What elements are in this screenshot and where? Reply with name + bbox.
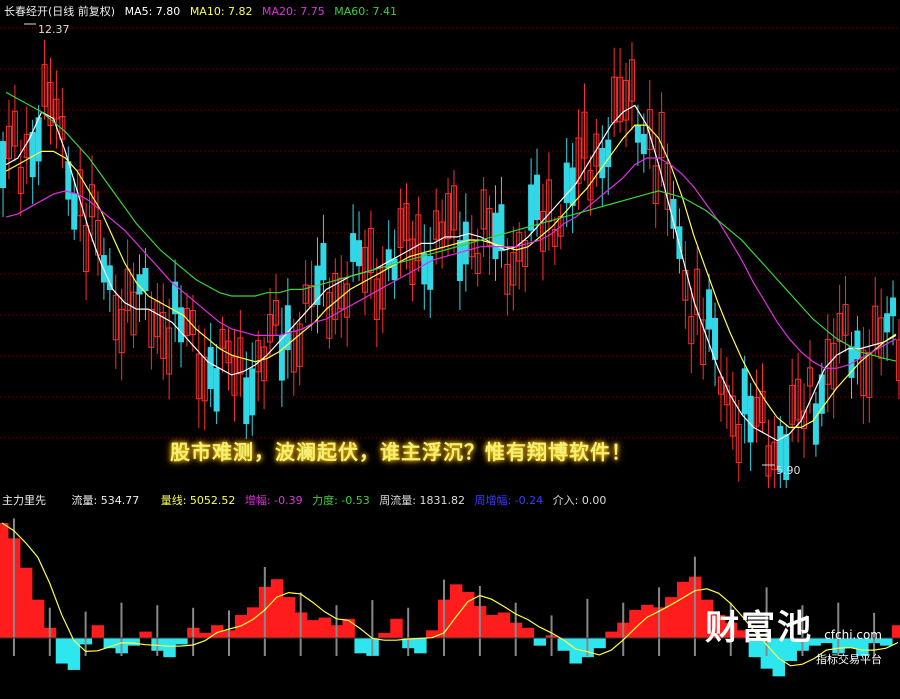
week-amp-value: 周增幅: -0.24 [474,494,544,507]
indicator-bar [342,618,355,638]
flow-value: 流量: 534.77 [71,494,140,507]
indicator-bar [67,638,81,670]
candle-body [278,334,285,381]
indicator-bar [676,581,690,638]
volume-line-value: 量线: 5052.52 [160,494,236,507]
indicator-bar [55,638,69,664]
ma20-label: MA20: 7.75 [262,5,325,18]
candle-body [350,233,357,262]
brand-site: cfchi.com [824,628,882,642]
indicator-bar [306,620,320,638]
force-value: 力度: -0.53 [312,494,370,507]
indicator-name: 主力里先 [2,494,46,507]
indicator-bar [892,625,900,638]
indicator-bar [533,638,547,646]
candle-body [462,221,469,265]
candle-body [605,139,612,168]
indicator-bar [665,597,678,638]
candle-body [747,395,754,443]
amp-value: 增幅: -0.39 [244,494,303,507]
candle-body [0,141,7,189]
high-annotation: 12.37 [38,23,70,36]
indicator-bar [593,638,606,649]
candles-group [0,39,900,502]
indicator-bar [569,638,582,664]
indicator-bar [354,638,367,654]
week-flow-value: 周流量: 1831.82 [379,494,465,507]
indicator-bar [521,627,535,638]
candle-body [249,368,256,416]
candle-body [884,313,891,333]
candle-body [634,125,641,143]
indicator-panel: 主力里先 流量: 534.77 量线: 5052.52 增幅: -0.39 力度… [0,488,900,695]
price-grid [0,27,900,439]
ma5-label: MA5: 7.80 [124,5,181,18]
indicator-bar [175,638,188,645]
price-header: 长春经开(日线 前复权) MA5: 7.80 MA10: 7.82 MA20: … [4,3,403,19]
candle-body [243,377,250,425]
candle-body [320,242,327,281]
enter-value: 介入: 0.00 [552,494,607,507]
candle-body [534,174,541,220]
candle-body [895,339,900,382]
candle-body [712,317,719,360]
brand-tagline: 指标交易平台 [816,653,882,666]
candle-body [854,330,861,360]
candle-body [528,184,535,231]
candle-body [706,289,713,330]
indicator-bar [426,630,439,638]
candle-body [812,403,819,445]
indicator-bar [270,579,284,638]
indicator-bar [91,625,105,638]
candle-body [498,204,505,252]
candle-body [890,297,897,317]
candle-body [142,267,149,292]
indicator-bar [163,638,176,658]
candle-body [29,131,36,178]
indicator-bar [378,632,391,638]
slogan-banner: 股市难测，波澜起伏，谁主浮沉？惟有翔博软件！ [170,440,632,464]
indicator-bar [318,617,332,638]
indicator-bar [139,631,152,638]
candle-body [640,133,647,155]
candle-body [599,147,606,179]
ma10-label: MA10: 7.82 [189,5,253,18]
indicator-bar [497,612,511,638]
indicator-header: 主力里先 流量: 534.77 量线: 5052.52 增幅: -0.39 力度… [2,492,612,508]
indicator-bar [127,638,140,646]
price-panel: 12.37 5.90 长春经开(日线 前复权) MA5: 7.80 MA10: … [0,0,900,502]
indicator-bar [31,599,45,638]
candle-body [71,193,78,230]
indicator-bar [414,638,427,654]
candle-body [741,368,748,415]
candle-body [213,368,220,412]
candle-body [356,240,363,267]
indicator-bar [0,523,9,638]
low-annotation: 5.90 [776,464,801,477]
candle-body [207,347,214,390]
brand-watermark: 财富池 cfchi.com 指标交易平台 [705,600,882,667]
indicator-bar [485,615,499,638]
brand-name: 财富池 [705,608,814,648]
price-chart: 12.37 5.90 [0,23,900,502]
stock-title: 长春经开(日线 前复权) [4,5,116,18]
indicator-bar [605,631,618,638]
indicator-bar [19,567,33,638]
indicator-bar [246,607,260,638]
candle-body [391,258,398,281]
candle-body [421,253,428,285]
indicator-bar [390,618,403,638]
ma60-label: MA60: 7.41 [334,5,397,18]
indicator-bar [282,597,296,638]
